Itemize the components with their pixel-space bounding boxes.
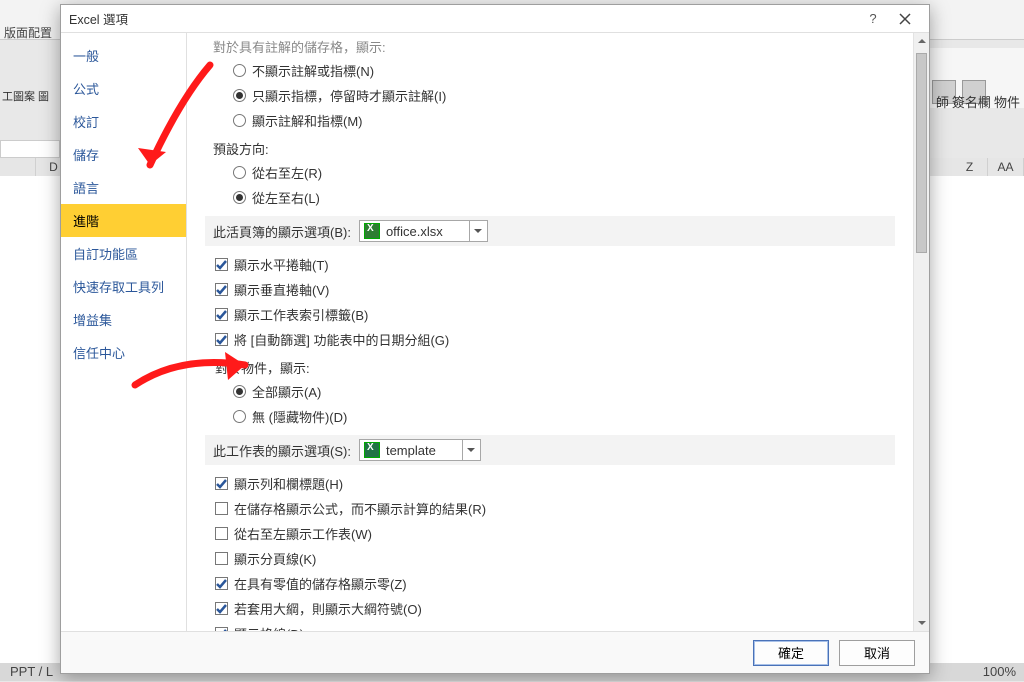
radio-icon [233,64,246,77]
workbook-check-label-1: 顯示垂直捲軸(V) [234,280,329,299]
nav-item-9[interactable]: 信任中心 [61,336,186,369]
comment-option-row-0[interactable]: 不顯示註解或指標(N) [205,58,895,83]
nav-item-0[interactable]: 一般 [61,39,186,72]
checkbox-icon [215,283,228,296]
nav-item-3[interactable]: 儲存 [61,138,186,171]
nav-item-7[interactable]: 快速存取工具列 [61,270,186,303]
sheet-check-label-5: 若套用大綱，則顯示大綱符號(O) [234,599,422,618]
nav-item-8[interactable]: 增益集 [61,303,186,336]
name-box[interactable] [0,140,60,158]
scroll-thumb[interactable] [916,53,927,253]
sheet-area-left [0,176,62,663]
sheet-check-row-2[interactable]: 從右至左顯示工作表(W) [205,521,895,546]
checkbox-icon [215,527,228,540]
workbook-check-label-0: 顯示水平捲軸(T) [234,255,329,274]
checkbox-icon [215,308,228,321]
radio-icon [233,385,246,398]
sheet-check-row-5[interactable]: 若套用大綱，則顯示大綱符號(O) [205,596,895,621]
excel-options-dialog: Excel 選項 ? 一般公式校訂儲存語言進階自訂功能區快速存取工具列增益集信任… [60,4,930,674]
direction-option-label-1: 從左至右(L) [252,188,320,207]
sheet-check-label-0: 顯示列和欄標題(H) [234,474,343,493]
help-button[interactable]: ? [857,8,889,30]
nav-item-5[interactable]: 進階 [61,204,186,237]
radio-icon [233,166,246,179]
titlebar: Excel 選項 ? [61,5,929,33]
checkbox-icon [215,477,228,490]
comment-option-label-2: 顯示註解和指標(M) [252,111,363,130]
sheet-icon [364,442,380,458]
workbook-check-row-0[interactable]: 顯示水平捲軸(T) [205,252,895,277]
category-nav: 一般公式校訂儲存語言進階自訂功能區快速存取工具列增益集信任中心 [61,33,187,631]
workbook-check-label-3: 將 [自動篩選] 功能表中的日期分組(G) [234,330,449,349]
sheet-check-row-0[interactable]: 顯示列和欄標題(H) [205,471,895,496]
comment-option-label-0: 不顯示註解或指標(N) [252,61,374,80]
sheet-check-row-3[interactable]: 顯示分頁線(K) [205,546,895,571]
checkbox-icon [215,627,228,631]
checkbox-icon [215,602,228,615]
workbook-check-row-1[interactable]: 顯示垂直捲軸(V) [205,277,895,302]
radio-icon [233,191,246,204]
excel-file-icon [364,223,380,239]
object-option-row-1[interactable]: 無 (隱藏物件)(D) [205,404,895,429]
direction-option-row-0[interactable]: 從右至左(R) [205,160,895,185]
sheet-check-row-6[interactable]: 顯示格線(D) [205,621,895,631]
object-option-row-0[interactable]: 全部顯示(A) [205,379,895,404]
workbook-display-header: 此活頁簿的顯示選項(B): office.xlsx [205,216,895,246]
object-option-label-1: 無 (隱藏物件)(D) [252,407,347,426]
chevron-down-icon [462,440,480,460]
sheet-check-label-6: 顯示格線(D) [234,624,304,631]
checkbox-icon [215,577,228,590]
object-option-label-0: 全部顯示(A) [252,382,321,401]
radio-icon [233,114,246,127]
comments-section-label: 對於具有註解的儲存格，顯示: [205,33,895,58]
ribbon-tab-label: 版面配置 [4,24,52,41]
dialog-title: Excel 選項 [69,9,857,28]
sheet-display-header: 此工作表的顯示選項(S): template [205,435,895,465]
options-pane: 對於具有註解的儲存格，顯示: 不顯示註解或指標(N) 只顯示指標，停留時才顯示註解… [187,33,913,631]
sheet-combo[interactable]: template [359,439,481,461]
objects-label: 對於物件，顯示: [205,352,895,379]
checkbox-icon [215,333,228,346]
scroll-up-icon[interactable] [914,33,929,49]
sheet-check-label-2: 從右至左顯示工作表(W) [234,524,372,543]
sheet-area-right [926,176,1024,663]
direction-label: 預設方向: [205,133,895,160]
sheet-check-label-3: 顯示分頁線(K) [234,549,316,568]
zoom-label: 100% [983,663,1016,681]
comment-option-row-2[interactable]: 顯示註解和指標(M) [205,108,895,133]
ok-button[interactable]: 確定 [753,640,829,666]
sheet-check-label-4: 在具有零值的儲存格顯示零(Z) [234,574,407,593]
workbook-check-row-2[interactable]: 顯示工作表索引標籤(B) [205,302,895,327]
chevron-down-icon [469,221,487,241]
dialog-footer: 確定 取消 [61,631,929,673]
nav-item-2[interactable]: 校訂 [61,105,186,138]
direction-option-row-1[interactable]: 從左至右(L) [205,185,895,210]
workbook-combo[interactable]: office.xlsx [359,220,488,242]
nav-item-1[interactable]: 公式 [61,72,186,105]
checkbox-icon [215,258,228,271]
workbook-check-row-3[interactable]: 將 [自動篩選] 功能表中的日期分組(G) [205,327,895,352]
vertical-scrollbar[interactable] [913,33,929,631]
ribbon-left-groups: 工圖案 圖 [2,88,49,104]
checkbox-icon [215,502,228,515]
checkbox-icon [215,552,228,565]
nav-item-4[interactable]: 語言 [61,171,186,204]
workbook-check-label-2: 顯示工作表索引標籤(B) [234,305,368,324]
close-button[interactable] [889,8,921,30]
sheet-check-row-1[interactable]: 在儲存格顯示公式，而不顯示計算的結果(R) [205,496,895,521]
close-icon [899,13,911,25]
radio-icon [233,410,246,423]
sheet-check-label-1: 在儲存格顯示公式，而不顯示計算的結果(R) [234,499,486,518]
cancel-button[interactable]: 取消 [839,640,915,666]
direction-option-label-0: 從右至左(R) [252,163,322,182]
comment-option-row-1[interactable]: 只顯示指標，停留時才顯示註解(I) [205,83,895,108]
sheet-check-row-4[interactable]: 在具有零值的儲存格顯示零(Z) [205,571,895,596]
nav-item-6[interactable]: 自訂功能區 [61,237,186,270]
radio-icon [233,89,246,102]
scroll-down-icon[interactable] [914,615,929,631]
comment-option-label-1: 只顯示指標，停留時才顯示註解(I) [252,86,446,105]
